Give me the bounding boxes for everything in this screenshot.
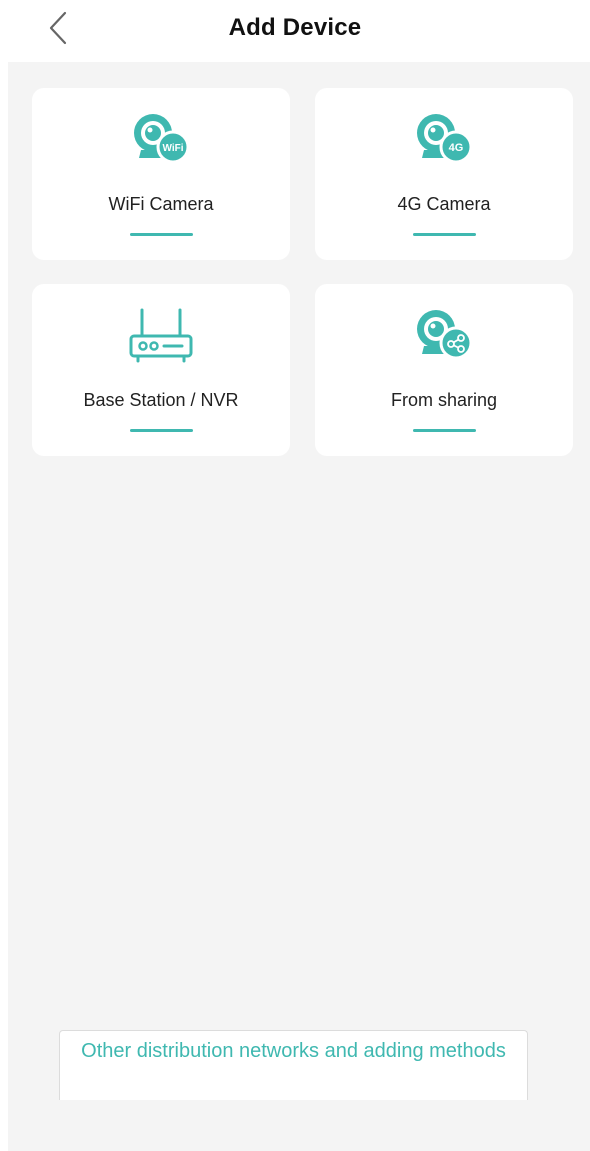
page-title: Add Device: [228, 14, 362, 41]
from-sharing-card[interactable]: From sharing: [315, 284, 573, 456]
4g-camera-label: 4G Camera: [397, 194, 491, 214]
4g-badge-text: 4G: [449, 142, 464, 154]
card-underline: [130, 429, 193, 432]
wifi-camera-icon: WiFi: [134, 114, 190, 164]
from-sharing-label: From sharing: [390, 390, 498, 410]
card-underline: [130, 233, 193, 236]
wifi-badge-text: WiFi: [162, 143, 183, 154]
device-type-list: WiFi WiFi Camera 4G 4G Camera Base Stati…: [8, 62, 590, 1151]
shared-camera-icon: [417, 310, 473, 360]
wifi-camera-card[interactable]: WiFi WiFi Camera: [32, 88, 290, 260]
base-station-icon: [129, 308, 193, 363]
top-bar: Add Device: [0, 0, 590, 62]
other-methods-button[interactable]: Other distribution networks and adding m…: [59, 1030, 528, 1100]
4g-camera-icon: 4G: [417, 114, 473, 164]
wifi-camera-label: WiFi Camera: [108, 194, 214, 214]
card-underline: [413, 429, 476, 432]
card-underline: [413, 233, 476, 236]
4g-camera-card[interactable]: 4G 4G Camera: [315, 88, 573, 260]
base-station-card[interactable]: Base Station / NVR: [32, 284, 290, 456]
base-station-label: Base Station / NVR: [83, 390, 239, 410]
